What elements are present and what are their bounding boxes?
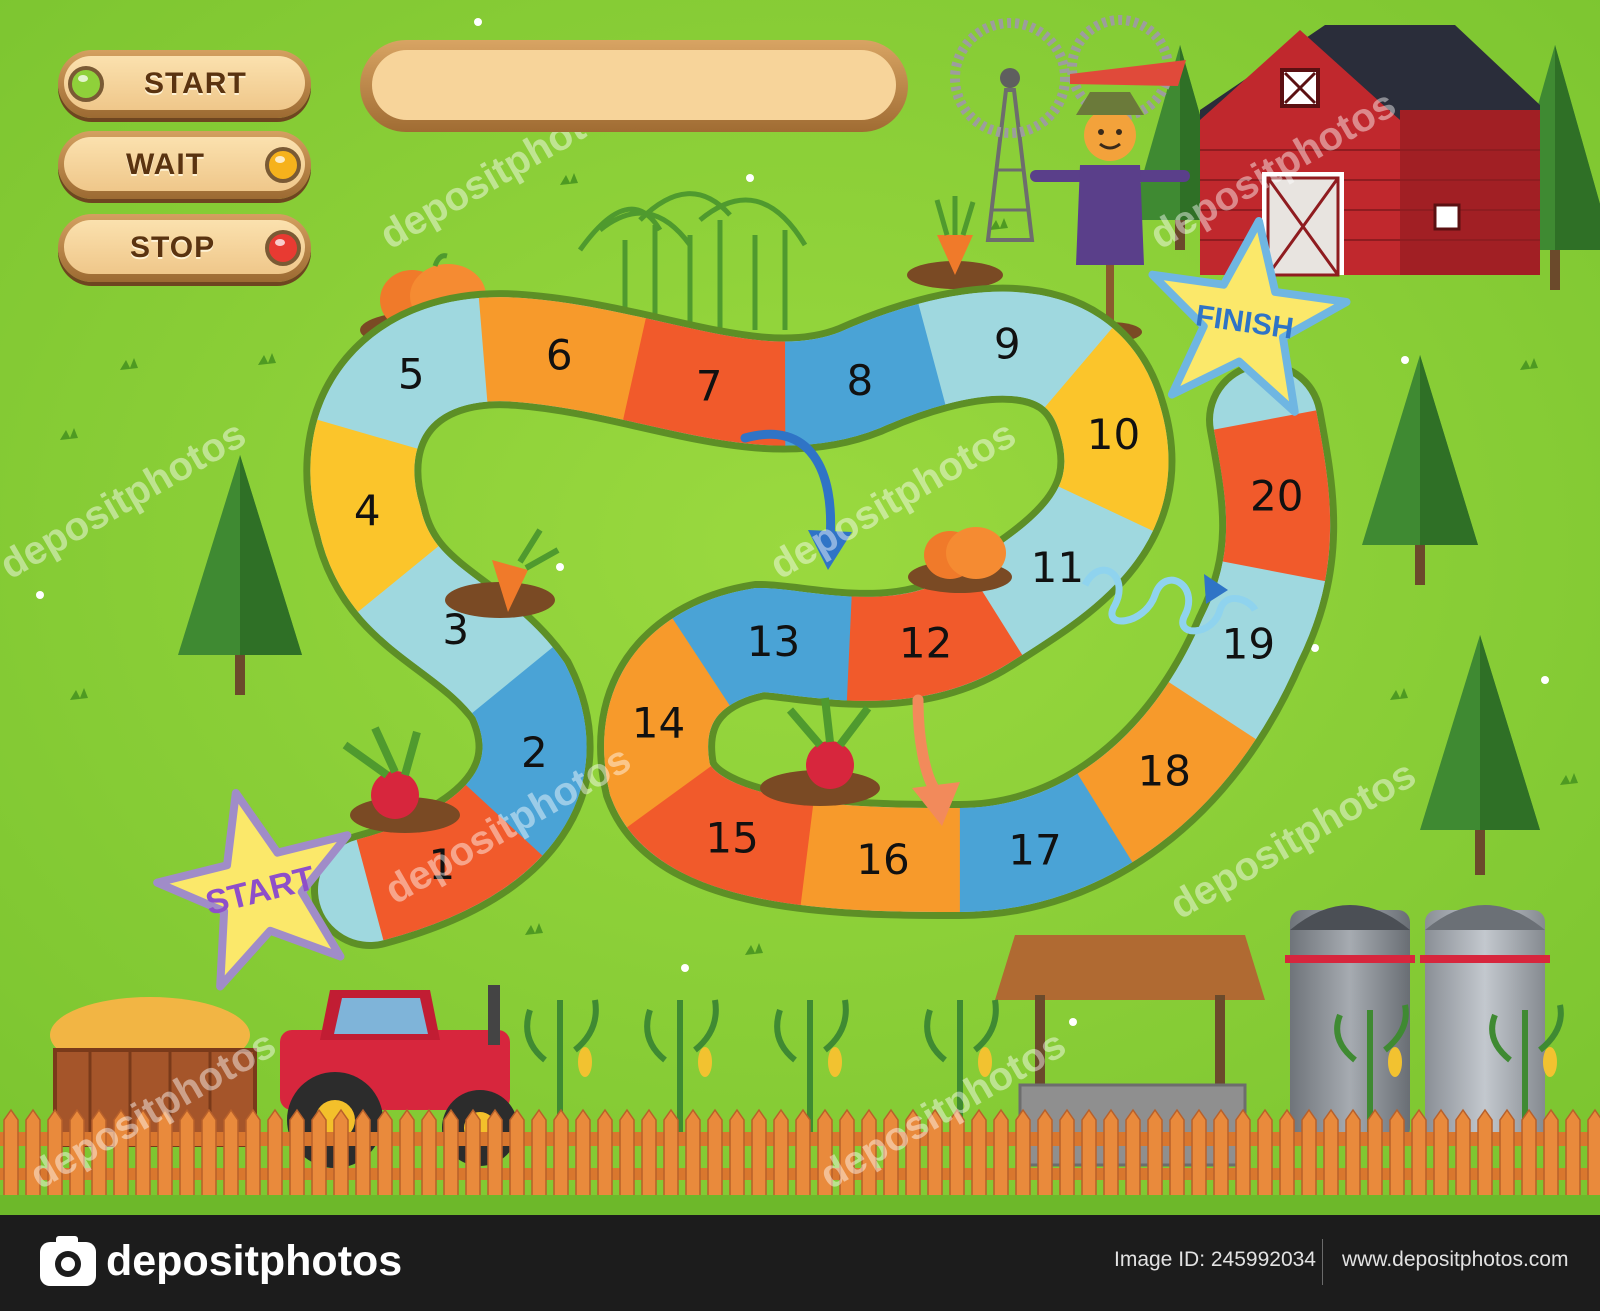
message-bar <box>360 40 908 132</box>
start-light-icon <box>68 66 104 102</box>
tile-number-18: 18 <box>1137 746 1190 795</box>
tile-number-19: 19 <box>1222 620 1275 669</box>
tile-number-12: 12 <box>899 618 952 667</box>
tile-number-20: 20 <box>1250 472 1303 521</box>
tile-number-14: 14 <box>632 699 685 748</box>
tile-number-16: 16 <box>856 835 909 884</box>
camera-logo-icon <box>40 1236 96 1286</box>
tile-number-15: 15 <box>705 813 758 862</box>
stop-button[interactable]: STOP <box>58 214 311 282</box>
tile-number-17: 17 <box>1008 825 1061 874</box>
start-button[interactable]: START <box>58 50 311 118</box>
website-link[interactable]: www.depositphotos.com <box>1342 1248 1568 1272</box>
game-screen: 1 2 3 4 5 6 7 8 9 10 11 12 13 14 15 16 17 18 19 20 <box>0 0 1600 1311</box>
tile-number-8: 8 <box>847 356 874 405</box>
image-id-text: Image ID: 245992034 <box>1114 1248 1316 1271</box>
start-button-label: START <box>144 67 247 100</box>
tile-number-11: 11 <box>1031 543 1084 592</box>
stop-button-label: STOP <box>130 231 216 264</box>
tile-number-4: 4 <box>354 486 381 535</box>
tile-number-2: 2 <box>521 728 548 777</box>
footer-bar: depositphotos Image ID: 245992034 www.de… <box>0 1215 1600 1311</box>
footer-divider <box>1322 1239 1323 1285</box>
wait-button-label: WAIT <box>126 148 205 181</box>
stop-light-icon <box>265 230 301 266</box>
tile-number-7: 7 <box>696 361 723 410</box>
wait-button[interactable]: WAIT <box>58 131 311 199</box>
tile-number-9: 9 <box>994 320 1021 369</box>
footer-logo: depositphotos <box>106 1237 403 1285</box>
tile-number-5: 5 <box>398 350 425 399</box>
wait-light-icon <box>265 147 301 183</box>
tile-number-10: 10 <box>1087 410 1140 459</box>
tile-number-13: 13 <box>747 617 800 666</box>
tile-number-6: 6 <box>546 331 573 380</box>
